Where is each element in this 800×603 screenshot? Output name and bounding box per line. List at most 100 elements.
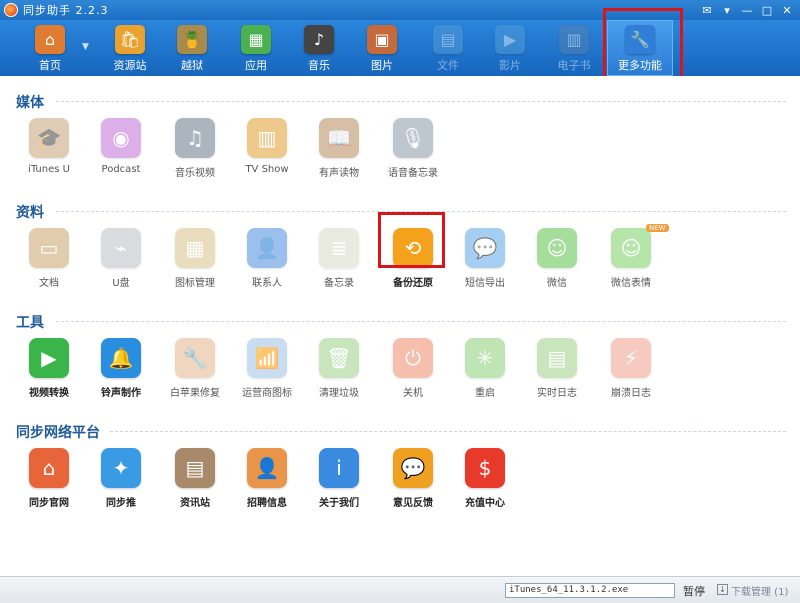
app-title: 同步助手 2.2.3 (23, 4, 109, 17)
network-item-about-us[interactable]: i 关于我们 (306, 448, 372, 514)
maximize-button[interactable]: □ (760, 3, 774, 17)
grid-item-label: 文档 (39, 278, 59, 289)
section-divider (56, 321, 786, 322)
grid-item-label: 语音备忘录 (388, 168, 438, 179)
window-controls: ✉ ▾ — □ ✕ (700, 3, 794, 17)
grid-item-label: 充值中心 (465, 498, 505, 509)
carrier-icon: 📶 (247, 338, 287, 378)
tongbu-push-icon: ✦ (101, 448, 141, 488)
grid-item-label: 短信导出 (465, 278, 505, 289)
toolbar-item-label: 图片 (371, 59, 393, 72)
grid-item-label: 备忘录 (324, 278, 354, 289)
grid-item-label: TV Show (245, 164, 289, 175)
network-item-official-site[interactable]: ⌂ 同步官网 (16, 448, 82, 514)
tools-item-crash-log[interactable]: ⚡ 崩溃日志 (598, 338, 664, 404)
realtime-log-icon: ▤ (537, 338, 577, 378)
toolbar-item-2[interactable]: 🍍 越狱 (160, 23, 224, 73)
data-item-sms-export[interactable]: 💬 短信导出 (452, 228, 518, 294)
wechat-icon: ☺ (537, 228, 577, 268)
toolbar-item-3[interactable]: ▦ 应用 (224, 23, 288, 73)
network-item-news[interactable]: ▤ 资讯站 (162, 448, 228, 514)
grid-item-label: 招聘信息 (247, 498, 287, 509)
main-toolbar: ▼ ⌂ 首页 🛍 资源站 🍍 越狱 ▦ 应用 ♪ 音乐 ▣ 图片 ▤ 文件 ▶ 影片 ▥ 电子书 🔧 更多功能 (0, 20, 800, 76)
toolbar-item-label: 影片 (499, 59, 521, 72)
toolbar-item-8[interactable]: ▥ 电子书 (542, 23, 606, 73)
data-item-contacts[interactable]: 👤 联系人 (234, 228, 300, 294)
data-item-icon-manager[interactable]: ▦ 图标管理 (162, 228, 228, 294)
data-item-backup-restore[interactable]: ⟲ 备份还原 (380, 228, 446, 294)
ebook-icon: ▥ (559, 25, 589, 54)
network-item-recruitment[interactable]: 👤 招聘信息 (234, 448, 300, 514)
audiobook-icon: 📖 (319, 118, 359, 158)
video-convert-icon: ▶ (29, 338, 69, 378)
network-item-feedback[interactable]: 💬 意见反馈 (380, 448, 446, 514)
grid-item-label: 意见反馈 (393, 498, 433, 509)
data-item-usb-drive[interactable]: ⌁ U盘 (88, 228, 154, 294)
new-badge: NEW (646, 224, 669, 232)
toolbar-item-1[interactable]: 🛍 资源站 (98, 23, 162, 73)
grid-item-label: 运营商图标 (242, 388, 292, 399)
section-title-tools: 工具 (16, 315, 44, 331)
movie-icon: ▶ (495, 25, 525, 54)
grid-item-label: 同步推 (106, 498, 136, 509)
media-item-voice-memo[interactable]: 🎙 语音备忘录 (380, 118, 446, 184)
media-item-tv-show[interactable]: ▥ TV Show (234, 118, 300, 184)
recharge-icon: $ (465, 448, 505, 488)
network-item-recharge[interactable]: $ 充值中心 (452, 448, 518, 514)
data-item-wechat-emoji[interactable]: ☺ NEW 微信表情 (598, 224, 669, 294)
message-icon[interactable]: ✉ (700, 3, 714, 17)
tools-item-ringtone[interactable]: 🔔 铃声制作 (88, 338, 154, 404)
close-button[interactable]: ✕ (780, 3, 794, 17)
tools-item-carrier[interactable]: 📶 运营商图标 (234, 338, 300, 404)
apps-icon: ▦ (241, 25, 271, 54)
toolbar-item-label: 首页 (39, 59, 61, 72)
app-logo-icon (4, 3, 18, 17)
tools-item-white-apple-repair[interactable]: 🔧 白苹果修复 (162, 338, 228, 404)
menu-dropdown-icon[interactable]: ▾ (720, 3, 734, 17)
contacts-icon: 👤 (247, 228, 287, 268)
usb-drive-icon: ⌁ (101, 228, 141, 268)
toolbar-item-label: 电子书 (557, 59, 591, 72)
toolbar-item-7[interactable]: ▶ 影片 (478, 23, 542, 73)
music-video-icon: ♫ (175, 118, 215, 158)
data-item-documents[interactable]: ▭ 文档 (16, 228, 82, 294)
data-item-notes[interactable]: ≣ 备忘录 (306, 228, 372, 294)
tools-item-video-convert[interactable]: ▶ 视频转换 (16, 338, 82, 404)
tools-item-realtime-log[interactable]: ▤ 实时日志 (524, 338, 590, 404)
tools-item-power-off[interactable]: ⏻ 关机 (380, 338, 446, 404)
grid-item-label: 重启 (475, 388, 495, 399)
toolbar-item-label: 应用 (245, 59, 267, 72)
media-item-itunes-u[interactable]: 🎓 iTunes U (16, 118, 82, 184)
media-item-podcast[interactable]: ◉ Podcast (88, 118, 154, 184)
trash-cleaner-icon: 🗑 (319, 338, 359, 378)
data-item-wechat[interactable]: ☺ 微信 (524, 228, 590, 294)
toolbar-item-5[interactable]: ▣ 图片 (350, 23, 414, 73)
download-progress-field: iTunes_64_11.3.1.2.exe (505, 583, 675, 598)
voice-memo-icon: 🎙 (393, 118, 433, 158)
podcast-icon: ◉ (101, 118, 141, 158)
media-item-music-video[interactable]: ♫ 音乐视频 (162, 118, 228, 184)
section-divider (56, 101, 786, 102)
network-item-tongbu-push[interactable]: ✦ 同步推 (88, 448, 154, 514)
toolbar-item-label: 音乐 (308, 59, 330, 72)
wechat-emoji-icon: ☺ (611, 228, 651, 268)
file-icon: ▤ (433, 25, 463, 54)
tools-item-restart[interactable]: ✳ 重启 (452, 338, 518, 404)
toolbar-item-0[interactable]: ⌂ 首页 (18, 23, 82, 73)
toolbar-item-label: 越狱 (181, 59, 203, 72)
media-item-audiobook[interactable]: 📖 有声读物 (306, 118, 372, 184)
home-dropdown-icon[interactable]: ▼ (82, 42, 89, 52)
toolbar-item-6[interactable]: ▤ 文件 (416, 23, 480, 73)
tools-item-trash-cleaner[interactable]: 🗑 清理垃圾 (306, 338, 372, 404)
music-icon: ♪ (304, 25, 334, 54)
download-manager-link[interactable]: 下载管理 (1) (731, 583, 788, 598)
pause-button[interactable]: 暂停 (683, 583, 705, 599)
grid-item-label: 微信表情 (611, 278, 651, 289)
toolbar-item-label: 文件 (437, 59, 459, 72)
toolbar-item-9[interactable]: 🔧 更多功能 (608, 23, 672, 73)
minimize-button[interactable]: — (740, 3, 754, 17)
toolbar-item-4[interactable]: ♪ 音乐 (287, 23, 351, 73)
news-icon: ▤ (175, 448, 215, 488)
content-area: 媒体 资料 工具 同步网络平台 🎓 iTunes U ◉ Podcast ♫ 音乐视频 ▥ T… (0, 76, 800, 576)
official-site-icon: ⌂ (29, 448, 69, 488)
